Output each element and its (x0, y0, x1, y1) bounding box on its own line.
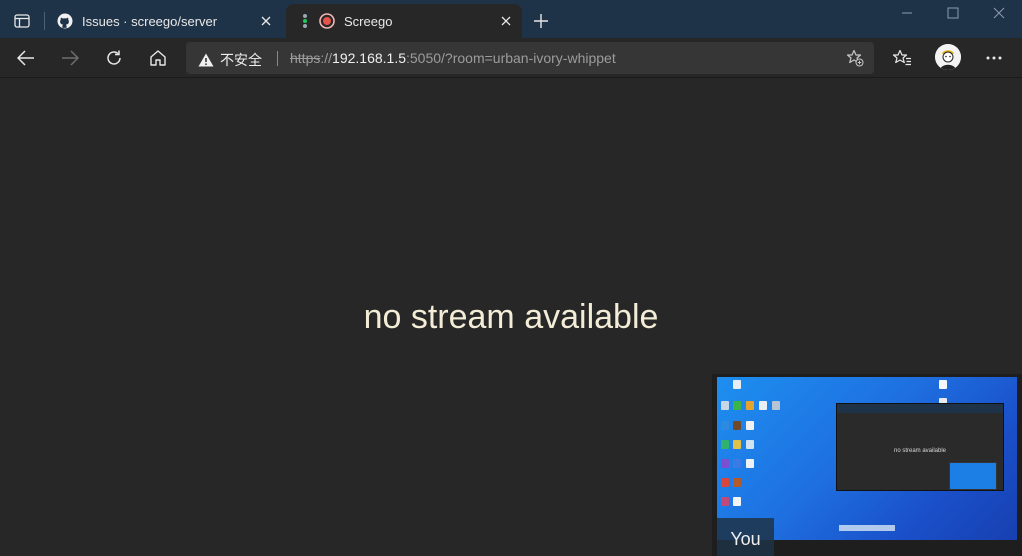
desktop-icon (721, 440, 729, 449)
favorites-icon (892, 49, 911, 66)
back-button[interactable] (11, 43, 41, 73)
mini-taskbar-popup (839, 525, 895, 531)
tab-issues[interactable]: Issues · screego/server (46, 4, 282, 38)
self-label: You (717, 518, 774, 556)
profile-avatar[interactable] (935, 44, 961, 70)
tab-label: Screego (344, 13, 393, 29)
desktop-icon (939, 380, 947, 389)
mini-no-stream-message: no stream available (893, 448, 947, 454)
record-icon (318, 12, 336, 30)
close-tab-button[interactable] (256, 11, 276, 31)
maximize-icon (947, 7, 959, 19)
new-tab-button[interactable] (530, 10, 552, 32)
url-path: :5050/?room=urban-ivory-whippet (406, 50, 616, 66)
add-favorite-button[interactable] (844, 47, 866, 69)
self-video-preview[interactable]: no stream available You (712, 374, 1022, 556)
minimize-icon (902, 12, 912, 14)
desktop-icon (746, 421, 754, 430)
url-text[interactable]: https://192.168.1.5:5050/?room=urban-ivo… (290, 50, 616, 66)
minimize-button[interactable] (884, 0, 930, 26)
close-icon (261, 16, 271, 26)
maximize-button[interactable] (930, 0, 976, 26)
desktop-icon (733, 401, 741, 410)
desktop-icon (746, 459, 754, 468)
forward-button[interactable] (55, 43, 85, 73)
refresh-button[interactable] (99, 43, 129, 73)
mini-browser-window: no stream available (836, 403, 1004, 491)
more-icon (986, 56, 1002, 60)
desktop-icon (733, 440, 741, 449)
favorites-button[interactable] (887, 43, 917, 73)
security-label: 不安全 (220, 52, 262, 68)
desktop-icon (733, 421, 741, 430)
settings-more-button[interactable] (979, 43, 1009, 73)
no-stream-message: no stream available (363, 298, 659, 336)
title-bar: Issues · screego/server Screego (0, 0, 1022, 38)
desktop-icon (721, 497, 729, 506)
desktop-icon (721, 401, 729, 410)
arrow-left-icon (17, 50, 34, 66)
mini-tab-bar (837, 404, 1003, 413)
shared-desktop-thumbnail: no stream available (717, 377, 1017, 540)
security-indicator[interactable]: 不安全 (198, 50, 262, 70)
address-separator (277, 51, 278, 66)
home-icon (150, 50, 166, 66)
close-tab-button[interactable] (496, 11, 516, 31)
address-bar[interactable]: 不安全 https://192.168.1.5:5050/?room=urban… (186, 42, 874, 74)
desktop-icon (733, 497, 741, 506)
star-add-icon (846, 49, 864, 67)
url-separator: :// (320, 50, 333, 66)
desktop-icon (733, 459, 741, 468)
desktop-icon (721, 459, 729, 468)
url-host: 192.168.1.5 (332, 50, 406, 66)
desktop-icon (772, 401, 780, 410)
url-scheme: https (290, 50, 321, 66)
close-icon (501, 16, 511, 26)
desktop-icon (746, 440, 754, 449)
tab-label: Issues · screego/server (82, 13, 218, 29)
navigation-toolbar: 不安全 https://192.168.1.5:5050/?room=urban… (0, 38, 1022, 78)
avatar-icon (935, 44, 961, 70)
tab-media-icon (296, 12, 314, 30)
desktop-icon (746, 401, 754, 410)
close-window-button[interactable] (976, 0, 1022, 26)
tab-separator (44, 12, 45, 30)
tab-actions-icon (14, 14, 30, 28)
github-icon (56, 12, 74, 30)
desktop-icon (733, 380, 741, 389)
home-button[interactable] (143, 43, 173, 73)
refresh-icon (107, 50, 121, 65)
tab-actions-button[interactable] (8, 9, 36, 33)
close-icon (993, 7, 1005, 19)
desktop-icon (721, 478, 729, 487)
desktop-icon (759, 401, 767, 410)
warning-icon (198, 53, 214, 67)
plus-icon (534, 14, 548, 28)
desktop-icon (733, 478, 741, 487)
desktop-icon (721, 421, 729, 430)
arrow-right-icon (62, 50, 79, 66)
tab-screego[interactable]: Screego (286, 4, 522, 38)
mini-self-preview (949, 462, 997, 490)
